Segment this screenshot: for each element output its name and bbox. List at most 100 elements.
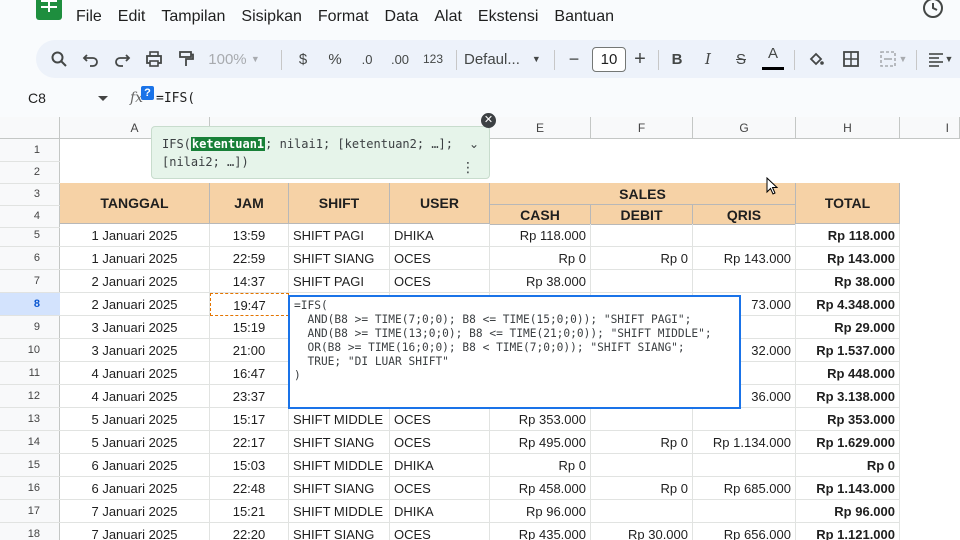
cell-user[interactable]: DHIKA [390, 224, 490, 247]
cell-total[interactable]: Rp 0 [796, 454, 900, 477]
cell-tanggal[interactable]: 4 Januari 2025 [60, 362, 210, 385]
cell-qris[interactable]: Rp 685.000 [693, 477, 796, 500]
horizontal-align-icon[interactable]: ▼ [924, 40, 956, 78]
cell-total[interactable]: Rp 1.143.000 [796, 477, 900, 500]
fill-color-icon[interactable] [804, 40, 828, 78]
cell-user[interactable]: OCES [390, 477, 490, 500]
print-icon[interactable] [141, 40, 167, 78]
row-header-17[interactable]: 17 [0, 500, 60, 523]
formula-help-icon[interactable]: ? [141, 86, 154, 100]
row-header-9[interactable]: 9 [0, 316, 60, 339]
cell-debit[interactable]: Rp 0 [591, 247, 693, 270]
undo-icon[interactable] [78, 40, 104, 78]
row-header-2[interactable]: 2 [0, 161, 60, 184]
menu-file[interactable]: File [76, 8, 102, 26]
formula-input[interactable]: =IFS( [156, 91, 195, 106]
cell-total[interactable]: Rp 96.000 [796, 500, 900, 523]
column-header-i[interactable]: I [900, 117, 960, 139]
cell-jam[interactable]: 19:47 [210, 293, 289, 316]
cell-cash[interactable]: Rp 96.000 [490, 500, 591, 523]
row-header-18[interactable]: 18 [0, 523, 60, 540]
cell-debit[interactable] [591, 224, 693, 247]
header-qris[interactable]: QRIS [693, 205, 796, 225]
cell-total[interactable]: Rp 29.000 [796, 316, 900, 339]
cell-cash[interactable]: Rp 458.000 [490, 477, 591, 500]
cell-total[interactable]: Rp 118.000 [796, 224, 900, 247]
row-header-12[interactable]: 12 [0, 385, 60, 408]
cell-total[interactable]: Rp 353.000 [796, 408, 900, 431]
select-all-corner[interactable] [0, 117, 60, 139]
cell-shift[interactable]: SHIFT SIANG [289, 247, 390, 270]
menu-insert[interactable]: Sisipkan [241, 8, 301, 26]
cell-cash[interactable]: Rp 118.000 [490, 224, 591, 247]
borders-icon[interactable] [839, 40, 863, 78]
row-header-7[interactable]: 7 [0, 270, 60, 293]
cell-qris[interactable]: Rp 656.000 [693, 523, 796, 540]
cell-jam[interactable]: 16:47 [210, 362, 289, 385]
cell-debit[interactable]: Rp 0 [591, 477, 693, 500]
format-percent-button[interactable]: % [323, 40, 347, 78]
row-header-14[interactable]: 14 [0, 431, 60, 454]
cell-cash[interactable]: Rp 0 [490, 454, 591, 477]
row-header-11[interactable]: 11 [0, 362, 60, 385]
header-sales[interactable]: SALES [490, 183, 796, 205]
more-options-icon[interactable]: ⋮ [461, 159, 475, 177]
cell-tanggal[interactable]: 7 Januari 2025 [60, 523, 210, 540]
cell-tanggal[interactable]: 4 Januari 2025 [60, 385, 210, 408]
redo-icon[interactable] [109, 40, 135, 78]
strikethrough-button[interactable]: S [730, 40, 752, 78]
cell-qris[interactable] [693, 408, 796, 431]
row-header-15[interactable]: 15 [0, 454, 60, 477]
cell-tanggal[interactable]: 5 Januari 2025 [60, 431, 210, 454]
cell-shift[interactable]: SHIFT PAGI [289, 270, 390, 293]
menu-format[interactable]: Format [318, 8, 369, 26]
cell-qris[interactable]: Rp 1.134.000 [693, 431, 796, 454]
cell-tanggal[interactable]: 7 Januari 2025 [60, 500, 210, 523]
cell-qris[interactable] [693, 500, 796, 523]
cell-total[interactable]: Rp 4.348.000 [796, 293, 900, 316]
cell-total[interactable]: Rp 3.138.000 [796, 385, 900, 408]
cell-shift[interactable]: SHIFT MIDDLE [289, 408, 390, 431]
column-header-e[interactable]: E [490, 117, 591, 139]
cell-tanggal[interactable]: 2 Januari 2025 [60, 293, 210, 316]
cell-tanggal[interactable]: 3 Januari 2025 [60, 339, 210, 362]
cell-jam[interactable]: 15:21 [210, 500, 289, 523]
row-header-3[interactable]: 3 [0, 183, 60, 206]
cell-jam[interactable]: 15:03 [210, 454, 289, 477]
cell-qris[interactable] [693, 224, 796, 247]
cell-user[interactable]: OCES [390, 431, 490, 454]
cell-cash[interactable]: Rp 435.000 [490, 523, 591, 540]
header-total[interactable]: TOTAL [796, 183, 900, 224]
cell-formula-editor[interactable]: =IFS( AND(B8 >= TIME(7;0;0); B8 <= TIME(… [288, 295, 741, 409]
menu-view[interactable]: Tampilan [161, 8, 225, 26]
cell-shift[interactable]: SHIFT MIDDLE [289, 500, 390, 523]
cell-debit[interactable]: Rp 30.000 [591, 523, 693, 540]
font-size-decrease-button[interactable]: − [564, 40, 584, 78]
cell-jam[interactable]: 23:37 [210, 385, 289, 408]
paint-format-icon[interactable] [173, 40, 199, 78]
row-header-13[interactable]: 13 [0, 408, 60, 431]
cell-user[interactable]: DHIKA [390, 500, 490, 523]
row-header-1[interactable]: 1 [0, 139, 60, 162]
row-header-10[interactable]: 10 [0, 339, 60, 362]
menu-data[interactable]: Data [385, 8, 419, 26]
cell-total[interactable]: Rp 143.000 [796, 247, 900, 270]
chevron-down-icon[interactable] [98, 96, 108, 101]
cell-qris[interactable]: Rp 143.000 [693, 247, 796, 270]
cell-jam[interactable]: 13:59 [210, 224, 289, 247]
row-header-6[interactable]: 6 [0, 247, 60, 270]
header-jam[interactable]: JAM [210, 183, 289, 224]
cell-total[interactable]: Rp 1.537.000 [796, 339, 900, 362]
zoom-select[interactable]: 100% ▼ [206, 40, 262, 78]
cell-cash[interactable]: Rp 353.000 [490, 408, 591, 431]
menu-tools[interactable]: Alat [434, 8, 462, 26]
cell-jam[interactable]: 21:00 [210, 339, 289, 362]
text-color-button[interactable]: A [762, 40, 784, 70]
cell-debit[interactable] [591, 454, 693, 477]
search-menus-icon[interactable] [46, 40, 72, 78]
cell-shift[interactable]: SHIFT MIDDLE [289, 454, 390, 477]
cell-user[interactable]: OCES [390, 270, 490, 293]
cell-shift[interactable]: SHIFT PAGI [289, 224, 390, 247]
header-user[interactable]: USER [390, 183, 490, 224]
cell-user[interactable]: OCES [390, 408, 490, 431]
